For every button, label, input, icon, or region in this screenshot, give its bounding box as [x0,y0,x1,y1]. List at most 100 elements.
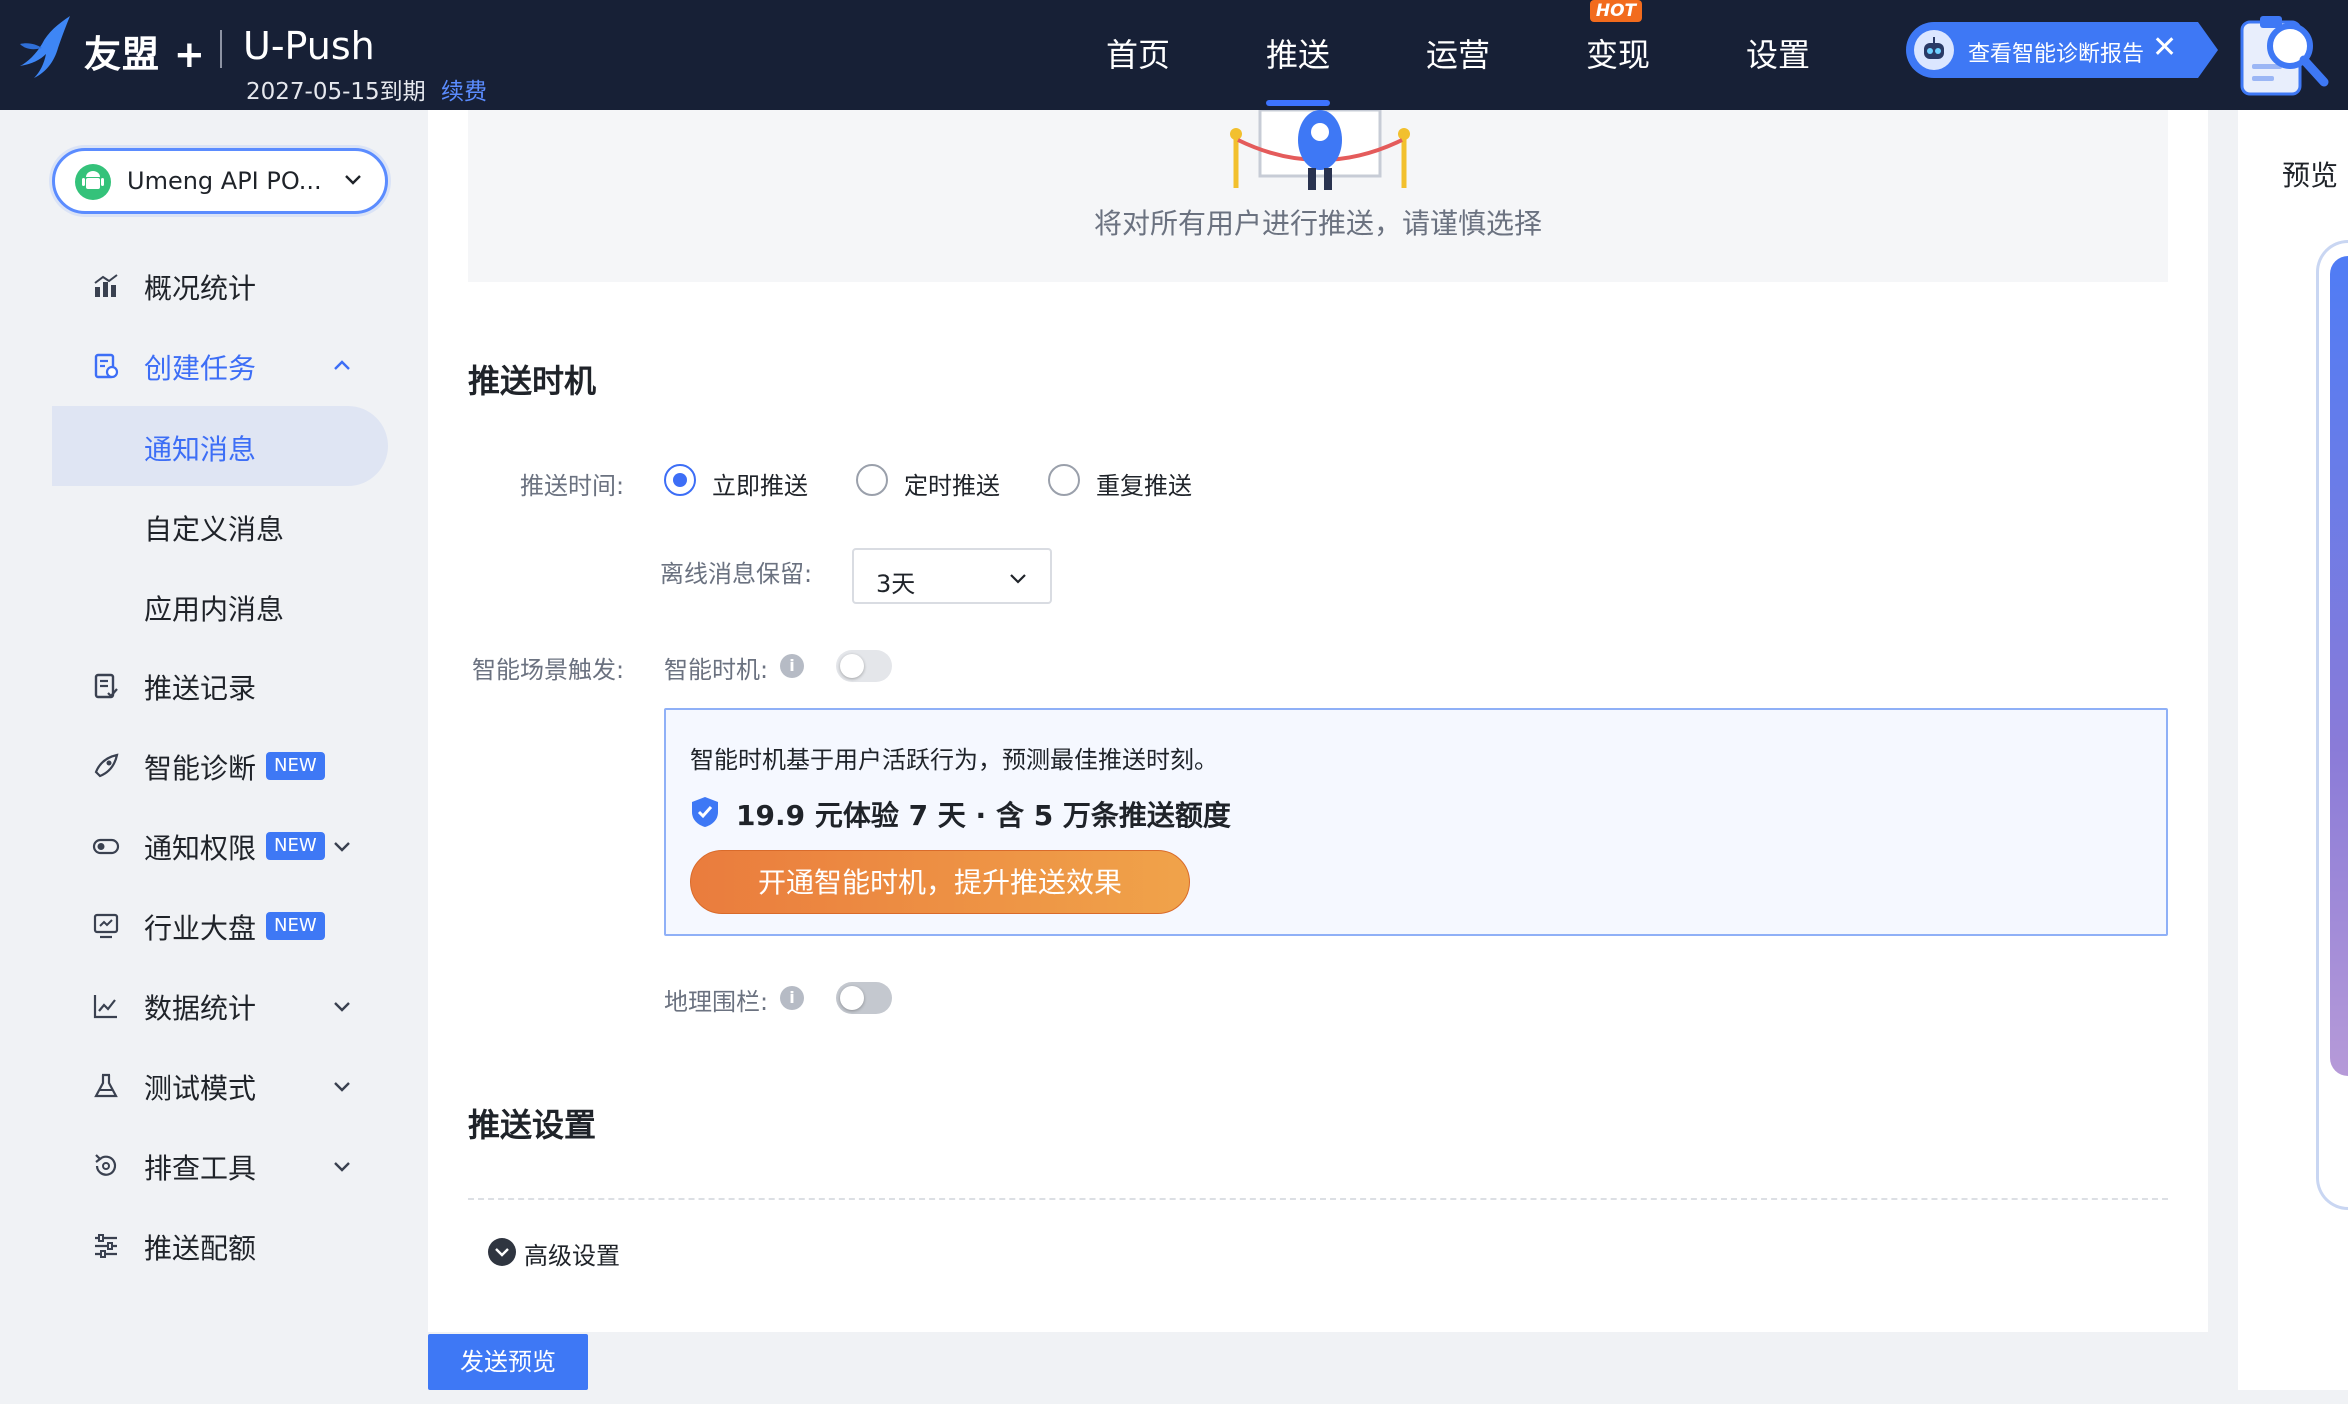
sidebar-item-label: 推送配额 [144,1232,257,1265]
sidebar-item-label: 排查工具 [144,1152,257,1185]
radio-circle [664,464,696,496]
chevron-down-icon [345,175,361,185]
mascot-illustration-icon [1230,110,1410,190]
renew-link[interactable]: 续费 [441,72,487,106]
chevron-up-icon [334,360,350,370]
sliders-icon [95,1234,117,1258]
app-selector-value: Umeng API PO... [127,167,322,195]
sidebar-item-label: 推送记录 [144,672,257,705]
line-chart-icon [93,995,117,1019]
sidebar-item-label: 自定义消息 [144,513,285,546]
toggle-switch-icon [92,838,120,855]
chevron-circle-down-icon [488,1238,516,1266]
send-preview-button[interactable]: 发送预览 [428,1334,588,1390]
smart-trigger-label: 智能场景触发: [472,656,625,684]
bar-chart-icon [94,274,118,297]
offline-retention-label: 离线消息保留: [660,560,813,588]
flask-icon [94,1073,118,1098]
nav-push[interactable]: 推送 [1266,30,1330,76]
smart-timing-offer: 19.9 元体验 7 天 · 含 5 万条推送额度 [736,799,1231,832]
preview-title: 预览 [2282,159,2339,192]
radio-circle [1048,464,1080,496]
offline-retention-select[interactable]: 3天 [852,548,1052,604]
sidebar-item-label: 通知消息 [144,433,257,466]
nav-home[interactable]: 首页 [1106,30,1170,76]
record-list-icon [94,673,118,699]
monitor-chart-icon [93,913,119,939]
new-badge: NEW [266,752,325,780]
sidebar-item-label: 智能诊断 [144,752,257,785]
shield-check-icon [692,797,718,827]
section-divider [468,1198,2168,1200]
sidebar-item-industry-board[interactable]: 行业大盘 NEW [52,890,388,962]
brand-name: 友盟 + [84,33,206,76]
diagnosis-report-button[interactable]: 查看智能诊断报告 ✕ [1906,22,2218,78]
new-badge: NEW [266,912,325,940]
radio-label: 立即推送 [712,472,808,500]
sidebar-item-smart-diagnosis[interactable]: 智能诊断 NEW [52,730,388,802]
geofence-toggle[interactable] [836,982,892,1014]
radio-label: 重复推送 [1096,472,1192,500]
offline-retention-value: 3天 [876,570,916,598]
sidebar-item-notify-permission[interactable]: 通知权限 NEW [52,810,388,882]
nav-active-indicator [1266,100,1330,106]
smart-timing-description: 智能时机基于用户活跃行为，预测最佳推送时刻。 [690,746,1218,774]
sidebar-item-label: 测试模式 [144,1072,257,1105]
info-icon[interactable]: i [780,986,804,1010]
brand-divider [220,30,222,68]
nav-settings[interactable]: 设置 [1746,30,1810,76]
android-icon [75,164,111,200]
chevron-down-icon [334,1002,350,1012]
new-badge: NEW [266,832,325,860]
sidebar-item-test-mode[interactable]: 测试模式 [52,1050,388,1122]
sidebar-item-overview[interactable]: 概况统计 [52,250,388,322]
radio-label: 定时推送 [904,472,1000,500]
all-users-notice: 将对所有用户进行推送，请谨慎选择 [468,110,2168,282]
chevron-down-icon [334,1082,350,1092]
advanced-settings-label: 高级设置 [524,1242,620,1270]
nav-operation[interactable]: 运营 [1426,30,1490,76]
sidebar-item-data-stats[interactable]: 数据统计 [52,970,388,1042]
sidebar-item-label: 行业大盘 [144,912,257,945]
section-title-push-timing: 推送时机 [468,362,597,400]
sidebar-item-label: 应用内消息 [144,593,285,626]
activate-smart-timing-button[interactable]: 开通智能时机，提升推送效果 [690,850,1190,914]
expire-date: 2027-05-15到期 [246,79,426,105]
sidebar-item-label: 创建任务 [144,352,257,385]
main-content: 将对所有用户进行推送，请谨慎选择 推送时机 推送时间: 立即推送 定时推送 重复… [428,110,2208,1332]
sidebar-item-label: 数据统计 [144,992,257,1025]
section-title-push-settings: 推送设置 [468,1106,597,1144]
robot-avatar-icon [1914,30,1954,70]
sidebar-item-label: 概况统计 [144,272,257,305]
app-selector[interactable]: Umeng API PO... [52,148,388,214]
refresh-clock-icon [95,1154,117,1176]
sidebar-item-label: 通知权限 [144,832,257,865]
smart-timing-promo: 智能时机基于用户活跃行为，预测最佳推送时刻。 19.9 元体验 7 天 · 含 … [664,708,2168,936]
chevron-down-icon [334,1162,350,1172]
sidebar-item-troubleshoot[interactable]: 排查工具 [52,1130,388,1202]
push-time-label: 推送时间: [520,472,625,500]
sidebar-item-in-app-message[interactable]: 应用内消息 [52,566,388,646]
smart-timing-label: 智能时机: [664,656,769,684]
phone-screen [2330,256,2348,1076]
geofence-label: 地理围栏: [664,988,769,1016]
footer-bar [428,1332,2208,1404]
all-users-warning-text: 将对所有用户进行推送，请谨慎选择 [1093,207,1542,240]
close-icon[interactable]: ✕ [2152,30,2177,65]
sidebar-item-create-task[interactable]: 创建任务 [52,330,388,402]
top-navigation-bar: 友盟 + U-Push 2027-05-15到期 续费 首页 推送 运营 HOT… [0,0,2348,110]
info-icon[interactable]: i [780,654,804,678]
sidebar: Umeng API PO... 概况统计 创建任务 通知消息 自定义消息 应用内… [0,110,428,1404]
diagnosis-report-label: 查看智能诊断报告 [1968,42,2145,67]
nav-monetize[interactable]: 变现 [1586,30,1650,76]
chevron-down-icon [1010,574,1026,584]
task-document-icon [94,353,119,379]
sidebar-item-custom-message[interactable]: 自定义消息 [52,486,388,566]
hot-badge: HOT [1590,0,1642,22]
radio-circle [856,464,888,496]
rocket-icon [94,753,119,778]
smart-timing-toggle[interactable] [836,650,892,682]
sidebar-item-push-quota[interactable]: 推送配额 [52,1210,388,1282]
sidebar-item-notification[interactable]: 通知消息 [52,406,388,486]
sidebar-item-push-records[interactable]: 推送记录 [52,650,388,722]
